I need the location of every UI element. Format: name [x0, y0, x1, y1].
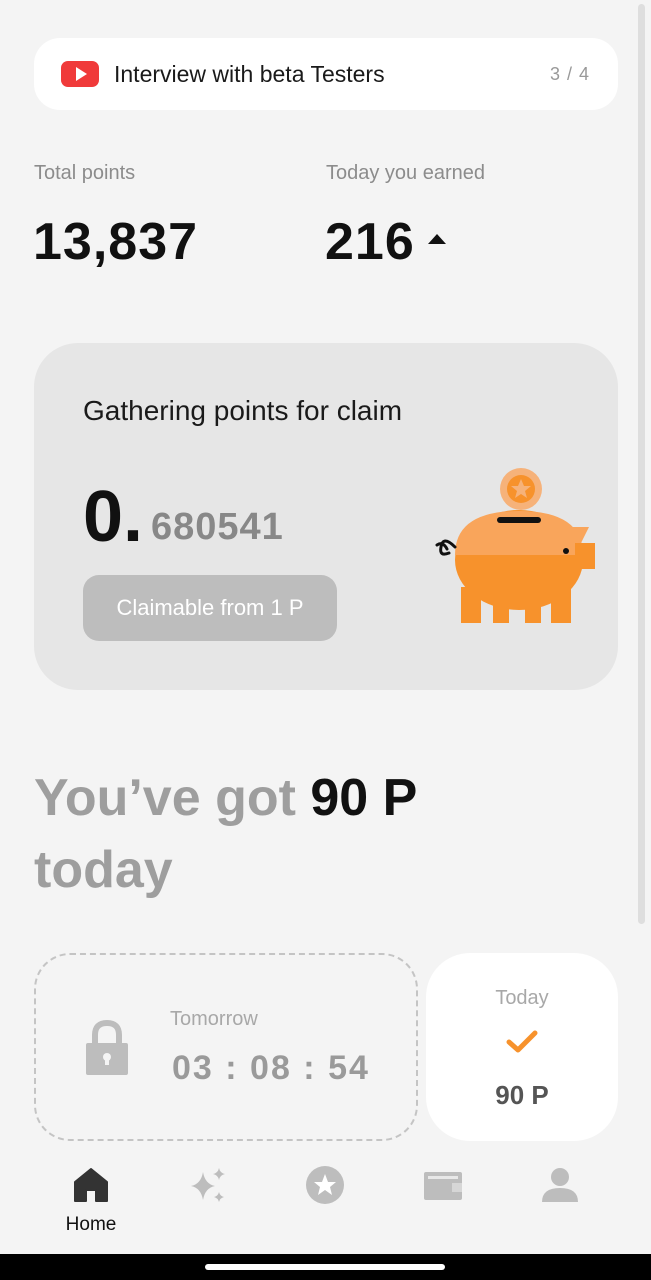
- today-label: Today: [495, 987, 549, 1009]
- piggy-bank-icon: [435, 468, 595, 623]
- today-earned-value: 216: [325, 213, 415, 271]
- scrollbar[interactable]: [638, 4, 645, 924]
- home-indicator[interactable]: [205, 1264, 445, 1270]
- star-badge-icon: [306, 1166, 344, 1204]
- today-points: 90 P: [495, 1080, 549, 1110]
- banner-counter: 3 / 4: [549, 63, 590, 84]
- youtube-play-icon: [61, 61, 99, 87]
- claim-value-integer: 0.: [83, 477, 144, 557]
- home-icon: [74, 1168, 108, 1202]
- wallet-icon: [424, 1172, 462, 1200]
- nav-item-sparkles[interactable]: [168, 1164, 248, 1244]
- total-points-label: Total points: [34, 162, 136, 184]
- lock-icon: [86, 1019, 128, 1075]
- claim-card: Gathering points for claim 0. 680541 Cla…: [34, 343, 618, 690]
- nav-item-wallet[interactable]: [403, 1164, 483, 1244]
- check-icon: [506, 1030, 538, 1053]
- bottom-navigation: Home: [0, 1158, 651, 1254]
- today-earned-label: Today you earned: [326, 162, 486, 184]
- claim-value-fraction: 680541: [151, 506, 284, 548]
- banner-title: Interview with beta Testers: [114, 60, 385, 87]
- headline-prefix: You’ve got: [34, 769, 311, 827]
- nav-item-profile[interactable]: [520, 1164, 600, 1244]
- countdown-timer: 03 : 08 : 54: [172, 1049, 370, 1087]
- daily-headline: You’ve got 90 P today: [34, 762, 594, 906]
- tomorrow-label: Tomorrow: [170, 1008, 258, 1030]
- nav-item-home[interactable]: Home: [51, 1164, 131, 1244]
- headline-amount: 90 P: [310, 769, 418, 827]
- today-reward-card[interactable]: Today 90 P: [426, 953, 618, 1141]
- claim-button[interactable]: Claimable from 1 P: [83, 575, 337, 641]
- nav-item-rewards[interactable]: [285, 1164, 365, 1244]
- sparkles-icon: [191, 1168, 225, 1202]
- tomorrow-reward-card: Tomorrow 03 : 08 : 54: [34, 953, 418, 1141]
- total-points-value: 13,837: [33, 213, 199, 271]
- system-navigation-bar: [0, 1254, 651, 1280]
- headline-suffix: today: [34, 841, 173, 899]
- profile-icon: [542, 1168, 578, 1202]
- arrow-up-icon: [428, 234, 446, 244]
- claim-title: Gathering points for claim: [83, 395, 403, 426]
- announcement-banner[interactable]: Interview with beta Testers 3 / 4: [34, 38, 618, 110]
- nav-label-home: Home: [65, 1214, 117, 1235]
